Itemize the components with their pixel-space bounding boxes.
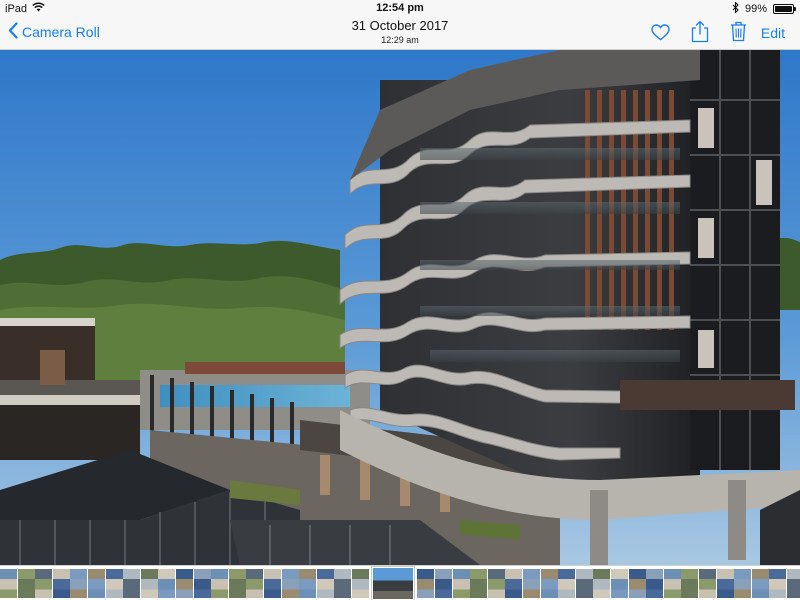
photo-time: 12:29 am [381, 35, 419, 45]
heart-icon [651, 24, 670, 45]
thumbnail[interactable] [470, 568, 488, 598]
thumbnail[interactable] [523, 568, 541, 598]
thumbnail[interactable] [140, 568, 158, 598]
thumbnail[interactable] [334, 568, 352, 598]
thumbnail[interactable] [487, 568, 505, 598]
bluetooth-icon [732, 1, 739, 16]
thumbnail[interactable] [698, 568, 716, 598]
thumbnail[interactable] [158, 568, 176, 598]
favorite-button[interactable] [651, 24, 670, 46]
thumbnail[interactable] [281, 568, 299, 598]
thumbnail[interactable] [299, 568, 317, 598]
thumbnail[interactable] [663, 568, 681, 598]
thumbnail[interactable] [316, 568, 334, 598]
thumbnail[interactable] [123, 568, 141, 598]
back-button-label: Camera Roll [22, 24, 100, 40]
thumbnail[interactable] [105, 568, 123, 598]
thumbnail[interactable] [435, 568, 453, 598]
delete-button[interactable] [730, 21, 747, 47]
thumbnail[interactable] [558, 568, 576, 598]
share-icon [691, 20, 709, 47]
thumbnail[interactable] [351, 568, 369, 598]
thumbnail[interactable] [70, 568, 88, 598]
navigation-bar: Camera Roll 31 October 2017 12:29 am Edi… [0, 16, 800, 50]
thumbnail[interactable] [35, 568, 53, 598]
thumbnail[interactable] [628, 568, 646, 598]
thumbnail[interactable] [734, 568, 752, 598]
thumbnail[interactable] [646, 568, 664, 598]
thumbnail[interactable] [593, 568, 611, 598]
thumbnail[interactable] [452, 568, 470, 598]
share-button[interactable] [691, 20, 709, 48]
thumbnail[interactable] [505, 568, 523, 598]
edit-button[interactable]: Edit [761, 25, 785, 41]
thumbnail[interactable] [246, 568, 264, 598]
thumbnail[interactable] [751, 568, 769, 598]
thumbnail[interactable] [17, 568, 35, 598]
thumbnail-strip[interactable] [0, 565, 800, 600]
thumbnail[interactable] [52, 568, 70, 598]
photo-view[interactable] [0, 50, 800, 565]
thumbnail[interactable] [417, 568, 435, 598]
thumbnail[interactable] [211, 568, 229, 598]
thumbnail[interactable] [681, 568, 699, 598]
thumbnail[interactable] [87, 568, 105, 598]
status-right: 99% [732, 1, 796, 16]
photo-date-title: 31 October 2017 12:29 am [0, 18, 800, 45]
thumbnail[interactable] [575, 568, 593, 598]
battery-fill [775, 6, 792, 12]
thumbnail[interactable] [228, 568, 246, 598]
thumbnail-selected[interactable] [372, 566, 415, 600]
thumbnail[interactable] [193, 568, 211, 598]
battery-percent: 99% [744, 3, 767, 15]
status-time: 12:54 pm [376, 2, 424, 14]
battery-icon [773, 4, 796, 14]
thumbnail[interactable] [716, 568, 734, 598]
thumbnail[interactable] [786, 568, 800, 598]
thumbnail[interactable] [611, 568, 628, 598]
thumbnail[interactable] [540, 568, 558, 598]
photo-date: 31 October 2017 [351, 18, 449, 33]
photo-image [0, 50, 800, 565]
thumbnail[interactable] [175, 568, 193, 598]
thumbnail[interactable] [0, 568, 17, 598]
chevron-left-icon [8, 22, 18, 42]
thumbnail[interactable] [769, 568, 787, 598]
trash-icon [730, 21, 747, 46]
thumbnail[interactable] [263, 568, 281, 598]
status-bar: iPad 12:54 pm 99% [0, 0, 800, 16]
back-button[interactable]: Camera Roll [8, 22, 100, 42]
